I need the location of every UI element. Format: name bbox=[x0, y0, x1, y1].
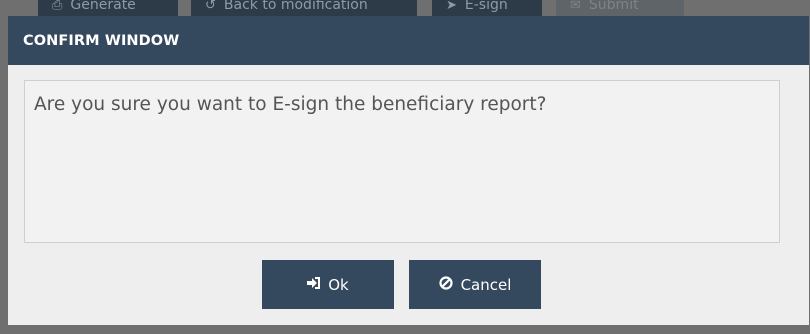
sign-in-icon bbox=[307, 276, 321, 293]
ok-button-label: Ok bbox=[328, 275, 349, 294]
esign-button-label: E-sign bbox=[464, 0, 508, 13]
envelope-icon: ✉ bbox=[570, 0, 581, 13]
cancel-button-label: Cancel bbox=[460, 275, 512, 294]
submit-button-label: Submit bbox=[588, 0, 639, 13]
print-icon: ⎙ bbox=[52, 0, 63, 13]
dialog-header: CONFIRM WINDOW bbox=[8, 16, 809, 65]
ban-icon bbox=[438, 275, 453, 294]
back-button-label: Back to modification bbox=[223, 0, 368, 13]
ok-button[interactable]: Ok bbox=[262, 260, 394, 309]
cancel-button[interactable]: Cancel bbox=[409, 260, 541, 309]
share-icon: ➤ bbox=[446, 0, 457, 13]
dialog-message-box: Are you sure you want to E-sign the bene… bbox=[24, 80, 780, 243]
back-to-modification-button[interactable]: ↺ Back to modification bbox=[191, 0, 417, 16]
dialog-title: CONFIRM WINDOW bbox=[23, 32, 180, 49]
submit-button[interactable]: ✉ Submit bbox=[556, 0, 684, 16]
confirm-dialog: CONFIRM WINDOW Are you sure you want to … bbox=[8, 16, 809, 325]
undo-icon: ↺ bbox=[205, 0, 216, 13]
dialog-message: Are you sure you want to E-sign the bene… bbox=[34, 94, 547, 115]
generate-button-label: Generate bbox=[70, 0, 136, 13]
generate-button[interactable]: ⎙ Generate bbox=[38, 0, 178, 16]
esign-button[interactable]: ➤ E-sign bbox=[432, 0, 542, 16]
